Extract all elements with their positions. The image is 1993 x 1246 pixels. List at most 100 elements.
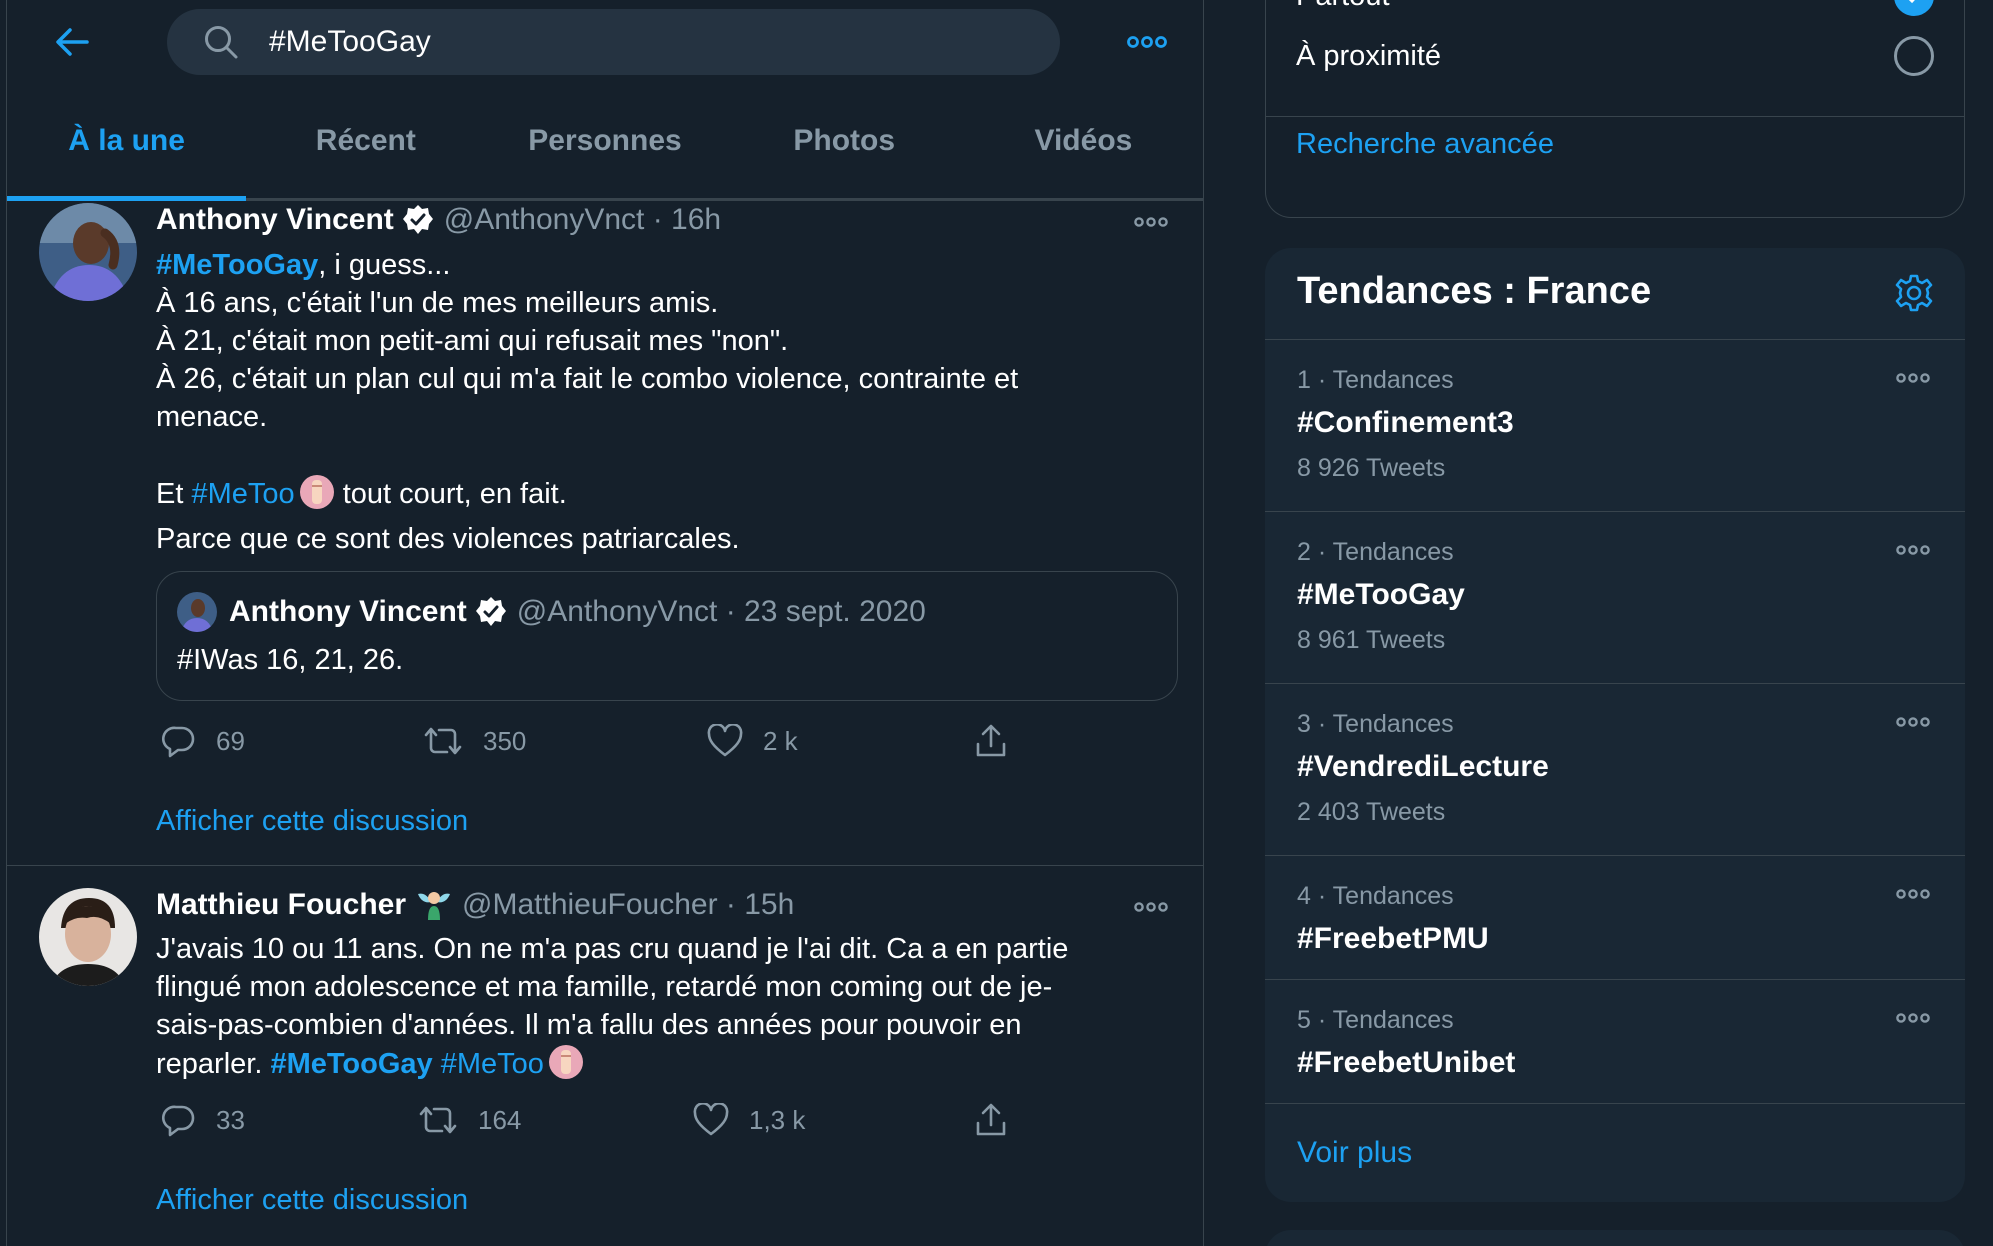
text: Et [156, 478, 192, 510]
location-option-nearby[interactable]: À proximité [1296, 36, 1934, 76]
more-icon [1896, 717, 1930, 727]
tab-latest[interactable]: Récent [246, 84, 485, 198]
trend-more-button[interactable] [1893, 538, 1933, 562]
trend-more-button[interactable] [1893, 1006, 1933, 1030]
trend-more-button[interactable] [1893, 882, 1933, 906]
text: , i guess... [318, 249, 451, 281]
hashtag-link[interactable]: #MeTooGay [270, 1048, 432, 1080]
search-more-button[interactable] [1117, 22, 1177, 62]
trend-count: 8 961 Tweets [1297, 626, 1446, 654]
trend-item[interactable]: 4 · Tendances #FreebetPMU [1265, 855, 1965, 979]
like-button[interactable]: 2 k [707, 719, 798, 763]
retweet-button[interactable]: 350 [423, 719, 526, 763]
back-arrow-icon [56, 28, 89, 56]
trend-meta: 1 · Tendances [1297, 366, 1454, 394]
advanced-search-link[interactable]: Recherche avancée [1296, 128, 1554, 161]
text: À 21, c'était mon petit-ami qui refusait… [156, 325, 789, 357]
reply-count: 69 [216, 725, 245, 756]
author-name[interactable]: Anthony Vincent [156, 203, 394, 237]
location-option-label: Partout [1296, 0, 1390, 13]
radio-checked[interactable] [1894, 0, 1934, 16]
reply-icon [162, 726, 195, 758]
author-handle[interactable]: @MatthieuFoucher · 15h [462, 888, 794, 922]
text: flingué mon adolescence et ma famille, r… [156, 971, 1053, 1003]
trend-count: 8 926 Tweets [1297, 454, 1446, 482]
man-fairy-emoji [416, 888, 452, 922]
more-icon [1896, 1013, 1930, 1023]
avatar[interactable] [39, 203, 137, 301]
tab-videos[interactable]: Vidéos [964, 84, 1203, 198]
trend-meta: 2 · Tendances [1297, 538, 1454, 566]
like-icon [707, 724, 743, 757]
share-icon [976, 1103, 1006, 1136]
text: sais-pas-combien d'années. Il m'a fallu … [156, 1009, 1022, 1041]
show-more-link[interactable]: Voir plus [1297, 1136, 1412, 1170]
trend-name: #VendrediLecture [1297, 750, 1549, 783]
reply-button[interactable]: 33 [162, 1098, 245, 1142]
like-count: 2 k [763, 725, 798, 756]
trend-item[interactable]: 2 · Tendances #MeTooGay 8 961 Tweets [1265, 511, 1965, 683]
raised-fist-emoji [548, 1044, 584, 1090]
divider [1266, 116, 1964, 117]
text: À 26, c'était un plan cul qui m'a fait l… [156, 363, 1019, 395]
trend-item[interactable]: 3 · Tendances #VendrediLecture 2 403 Twe… [1265, 683, 1965, 855]
hashtag-link[interactable]: #MeToo [441, 1048, 544, 1080]
text: J'avais 10 ou 11 ans. On ne m'a pas cru … [156, 933, 1069, 965]
avatar [177, 592, 217, 632]
location-filter-card: Partout À proximité Recherche avancée [1265, 0, 1965, 218]
retweet-count: 350 [483, 725, 527, 756]
tab-photos[interactable]: Photos [725, 84, 964, 198]
verified-icon [402, 204, 434, 236]
like-button[interactable]: 1,3 k [693, 1098, 805, 1142]
retweet-icon [419, 1106, 457, 1134]
avatar[interactable] [39, 888, 137, 986]
retweet-button[interactable]: 164 [418, 1098, 521, 1142]
back-button[interactable] [45, 20, 99, 64]
reply-icon [162, 1105, 195, 1137]
tab-top[interactable]: À la une [7, 84, 247, 201]
more-icon [1896, 373, 1930, 383]
trend-meta: 5 · Tendances [1297, 1006, 1454, 1034]
retweet-icon [424, 727, 462, 755]
tweet[interactable]: Anthony Vincent @AnthonyVnct · 16h #MeTo… [7, 201, 1203, 866]
text: menace. [156, 401, 268, 433]
share-button[interactable] [974, 719, 1008, 763]
tweet-text: #MeTooGay, i guess... À 16 ans, c'était … [156, 246, 1166, 558]
tweet-more-button[interactable] [1129, 207, 1173, 237]
trend-item[interactable]: 1 · Tendances #Confinement3 8 926 Tweets [1265, 339, 1965, 511]
quoted-tweet-text: #IWas 16, 21, 26. [177, 644, 404, 676]
share-button[interactable] [974, 1098, 1008, 1142]
trend-item[interactable]: 5 · Tendances #FreebetUnibet [1265, 979, 1965, 1103]
trend-more-button[interactable] [1893, 366, 1933, 390]
author-name[interactable]: Matthieu Foucher [156, 888, 406, 922]
trend-name: #FreebetUnibet [1297, 1046, 1516, 1079]
page: À la une Récent Personnes Photos Vidéos … [0, 0, 1993, 1246]
divider [1265, 1103, 1965, 1104]
radio-unchecked[interactable] [1894, 36, 1934, 76]
trend-more-button[interactable] [1893, 710, 1933, 734]
raised-fist-emoji [299, 474, 335, 520]
more-icon [1896, 889, 1930, 899]
hashtag-link[interactable]: #MeToo [191, 478, 294, 510]
quoted-tweet[interactable]: Anthony Vincent @AnthonyVnct · 23 sept. … [156, 571, 1178, 701]
hashtag-link[interactable]: #MeTooGay [156, 249, 318, 281]
show-thread-link[interactable]: Afficher cette discussion [156, 1184, 468, 1217]
search-header [7, 0, 1203, 84]
like-icon [693, 1103, 729, 1136]
tab-people[interactable]: Personnes [485, 84, 724, 198]
location-option-everywhere[interactable]: Partout [1296, 0, 1934, 16]
search-box[interactable] [167, 9, 1060, 75]
tweet-header: Anthony Vincent @AnthonyVnct · 16h [156, 203, 721, 237]
tweet[interactable]: Matthieu Foucher @MatthieuFoucher · 15h [7, 866, 1203, 1246]
search-input[interactable] [269, 25, 969, 59]
trends-settings-button[interactable] [1891, 270, 1937, 316]
trend-name: #MeTooGay [1297, 578, 1465, 611]
author-handle: @AnthonyVnct · 23 sept. 2020 [516, 595, 926, 628]
show-thread-link[interactable]: Afficher cette discussion [156, 805, 468, 838]
reply-button[interactable]: 69 [162, 719, 245, 763]
tweet-more-button[interactable] [1129, 892, 1173, 922]
share-icon [976, 724, 1006, 757]
more-icon [1134, 902, 1168, 912]
tweet-header: Matthieu Foucher @MatthieuFoucher · 15h [156, 888, 794, 922]
author-handle[interactable]: @AnthonyVnct · 16h [444, 203, 721, 237]
